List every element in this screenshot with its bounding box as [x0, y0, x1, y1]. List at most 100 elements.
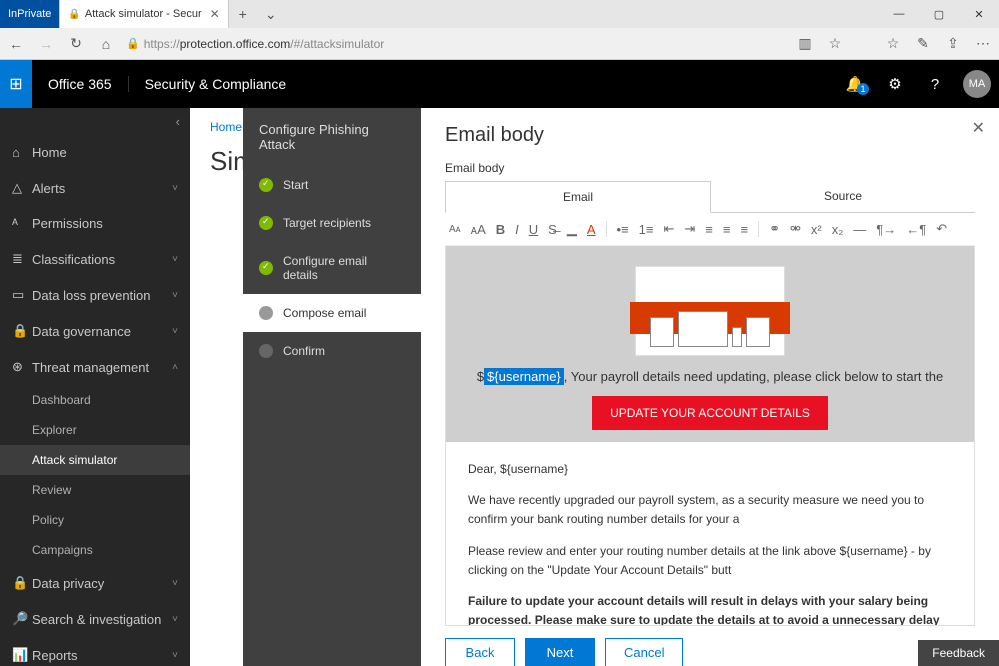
nav-item-reports[interactable]: 📊Reports˅: [0, 637, 190, 666]
nav-sub-dashboard[interactable]: Dashboard: [0, 385, 190, 415]
rtl-icon[interactable]: ←¶: [906, 222, 926, 237]
minimize-icon[interactable]: —: [879, 0, 919, 28]
home-icon[interactable]: ⌂: [96, 36, 116, 52]
nav-icon: 📊: [12, 647, 32, 663]
url-field[interactable]: 🔒 https://protection.office.com/#/attack…: [126, 37, 785, 51]
step-configure-email-details[interactable]: Configure email details: [243, 242, 421, 294]
step-confirm[interactable]: Confirm: [243, 332, 421, 370]
indent-icon[interactable]: ⇥: [684, 221, 695, 237]
italic-icon[interactable]: I: [515, 222, 519, 237]
maximize-icon[interactable]: ▢: [919, 0, 959, 28]
nav-item-search-investigation[interactable]: 🔎Search & investigation˅: [0, 601, 190, 637]
lock-icon: 🔒: [126, 37, 140, 50]
nav-item-permissions[interactable]: ᴬPermissions: [0, 206, 190, 241]
back-icon[interactable]: ←: [6, 36, 26, 52]
notification-badge: 1: [857, 83, 869, 95]
tab-email[interactable]: Email: [445, 181, 711, 213]
chevron-down-icon: ˅: [172, 578, 178, 589]
align-left-icon[interactable]: ≡: [705, 222, 713, 237]
nav-sub-policy[interactable]: Policy: [0, 505, 190, 535]
collapse-nav-icon[interactable]: ‹: [0, 108, 190, 135]
superscript-icon[interactable]: x²: [811, 222, 822, 237]
avatar[interactable]: MA: [963, 70, 991, 98]
email-body-text[interactable]: Dear, ${username} We have recently upgra…: [446, 442, 974, 626]
body-p2: Please review and enter your routing num…: [468, 542, 952, 580]
cancel-button[interactable]: Cancel: [605, 638, 683, 666]
app-launcher-icon[interactable]: ⊞: [0, 60, 32, 108]
font-size-inc-icon[interactable]: ᴀA: [471, 222, 486, 237]
outdent-icon[interactable]: ⇤: [663, 221, 674, 237]
tab-overflow-icon[interactable]: ⌄: [257, 0, 285, 28]
nav-item-home[interactable]: ⌂Home: [0, 135, 190, 170]
cta-button[interactable]: UPDATE YOUR ACCOUNT DETAILS: [592, 396, 828, 430]
align-right-icon[interactable]: ≡: [740, 222, 748, 237]
step-dot-icon: [259, 261, 273, 275]
window-controls: — ▢ ✕: [879, 0, 999, 28]
align-center-icon[interactable]: ≡: [723, 222, 731, 237]
bullet-list-icon[interactable]: •≡: [617, 222, 629, 237]
nav-item-data-privacy[interactable]: 🔒Data privacy˅: [0, 565, 190, 601]
close-window-icon[interactable]: ✕: [959, 0, 999, 28]
body-p1: We have recently upgraded our payroll sy…: [468, 491, 952, 529]
nav-sub-review[interactable]: Review: [0, 475, 190, 505]
strikethrough-icon[interactable]: S̶: [548, 222, 557, 237]
favorite-icon[interactable]: ☆: [825, 35, 845, 52]
suite-app-title: Security & Compliance: [128, 76, 303, 92]
nav-icon: ⊛: [12, 359, 32, 375]
settings-icon[interactable]: ⚙: [875, 75, 915, 93]
panel-sublabel: Email body: [445, 161, 975, 175]
underline-icon[interactable]: U: [529, 222, 538, 237]
suite-brand[interactable]: Office 365: [32, 76, 128, 92]
ltr-icon[interactable]: ¶→: [876, 222, 896, 237]
forward-icon[interactable]: →: [36, 36, 56, 52]
feedback-button[interactable]: Feedback: [918, 640, 999, 666]
nav-item-data-governance[interactable]: 🔒Data governance˅: [0, 313, 190, 349]
nav-item-threat-management[interactable]: ⊛Threat management˄: [0, 349, 190, 385]
nav-item-data-loss-prevention[interactable]: ▭Data loss prevention˅: [0, 277, 190, 313]
close-tab-icon[interactable]: ✕: [210, 7, 220, 21]
nav-sub-explorer[interactable]: Explorer: [0, 415, 190, 445]
nav-sub-attack-simulator[interactable]: Attack simulator: [0, 445, 190, 475]
close-panel-icon[interactable]: ✕: [972, 118, 985, 138]
more-icon[interactable]: ⋯: [973, 35, 993, 52]
nav-item-classifications[interactable]: ≣Classifications˅: [0, 241, 190, 277]
unlink-icon[interactable]: ⚮: [790, 221, 801, 237]
step-label: Configure email details: [283, 254, 405, 282]
next-button[interactable]: Next: [525, 638, 595, 666]
new-tab-button[interactable]: +: [229, 0, 257, 28]
reading-view-icon[interactable]: ▥: [795, 35, 815, 52]
nav-label: Search & investigation: [32, 612, 172, 627]
token-prefix: $: [477, 369, 484, 384]
nav-item-alerts[interactable]: △Alerts˅: [0, 170, 190, 206]
browser-tab[interactable]: 🔒 Attack simulator - Secur ✕: [60, 0, 228, 28]
step-target-recipients[interactable]: Target recipients: [243, 204, 421, 242]
favorites-hub-icon[interactable]: ☆: [883, 35, 903, 52]
number-list-icon[interactable]: 1≡: [639, 222, 654, 237]
editor-toolbar: Aᴀ ᴀA B I U S̶ ▁ A •≡ 1≡ ⇤ ⇥ ≡ ≡ ≡: [445, 213, 975, 246]
tab-title: Attack simulator - Secur: [85, 8, 202, 20]
notifications-icon[interactable]: 🔔1: [835, 75, 875, 93]
chevron-down-icon: ˅: [172, 614, 178, 625]
bold-icon[interactable]: B: [496, 222, 505, 237]
step-start[interactable]: Start: [243, 166, 421, 204]
compose-panel: ✕ Email body Email body Email Source Aᴀ …: [421, 108, 999, 666]
link-icon[interactable]: ⚭: [769, 221, 780, 237]
breadcrumb-home[interactable]: Home: [210, 120, 242, 134]
font-color-icon[interactable]: A: [587, 222, 596, 237]
notes-icon[interactable]: ✎: [913, 35, 933, 52]
back-button[interactable]: Back: [445, 638, 515, 666]
nav-label: Threat management: [32, 360, 172, 375]
highlight-icon[interactable]: ▁: [567, 221, 577, 237]
email-editor[interactable]: $${username}, Your payroll details need …: [445, 246, 975, 626]
hr-icon[interactable]: —: [853, 222, 866, 237]
subscript-icon[interactable]: x₂: [832, 222, 844, 237]
font-size-dec-icon[interactable]: Aᴀ: [449, 224, 461, 235]
refresh-icon[interactable]: ↻: [66, 35, 86, 52]
undo-icon[interactable]: ↶: [936, 221, 947, 237]
tab-source[interactable]: Source: [711, 181, 975, 212]
inprivate-label: InPrivate: [8, 8, 51, 20]
nav-sub-campaigns[interactable]: Campaigns: [0, 535, 190, 565]
step-compose-email[interactable]: Compose email: [243, 294, 421, 332]
help-icon[interactable]: ?: [915, 76, 955, 93]
share-icon[interactable]: ⇪: [943, 35, 963, 52]
